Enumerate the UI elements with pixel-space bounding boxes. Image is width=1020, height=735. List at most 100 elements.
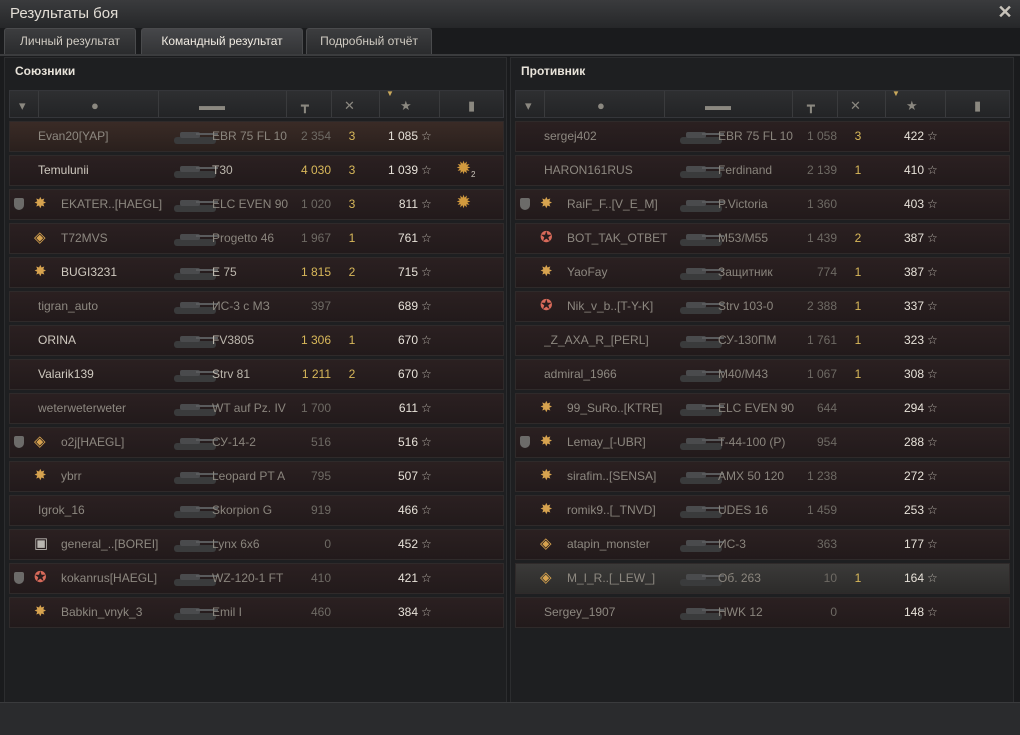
col-damage[interactable]: ┳	[792, 91, 838, 117]
player-name[interactable]: atapin_monster	[567, 530, 668, 559]
xp-star-icon: ☆	[421, 367, 432, 381]
player-name[interactable]: 99_SuRo..[KTRE]	[567, 394, 668, 423]
frags-value	[846, 496, 870, 525]
player-name[interactable]: T72MVS	[61, 224, 162, 253]
col-platoon[interactable]: ▾	[10, 91, 38, 117]
table-row[interactable]: ✸ Lemay_[-UBR] T-44-100 (P) 954 288 ☆	[515, 427, 1010, 458]
player-name[interactable]: Evan20[YAP]	[38, 122, 162, 151]
xp-star-icon: ☆	[421, 605, 432, 619]
col-player[interactable]: ●	[544, 91, 665, 117]
xp-star-icon: ☆	[421, 129, 432, 143]
damage-value: 0	[324, 537, 331, 551]
col-medal[interactable]: ▮	[439, 91, 504, 117]
col-medal[interactable]: ▮	[945, 91, 1010, 117]
col-tank[interactable]: ▬▬	[664, 91, 793, 117]
table-row[interactable]: ✸ RaiF_F..[V_E_M] P.Victoria 1 360 403 ☆	[515, 189, 1010, 220]
table-row[interactable]: ◈ atapin_monster ИС-3 363 177 ☆	[515, 529, 1010, 560]
table-row[interactable]: ✸ YaoFay Защитник 774 1 387 ☆	[515, 257, 1010, 288]
player-name[interactable]: kokanrus[HAEGL]	[61, 564, 162, 593]
player-name[interactable]: ORINA	[38, 326, 162, 355]
player-name[interactable]: Babkin_vnyk_3	[61, 598, 162, 627]
col-tank[interactable]: ▬▬	[158, 91, 287, 117]
close-icon[interactable]: ✕	[996, 2, 1014, 23]
table-row[interactable]: Sergey_1907 HWK 12 0 148 ☆	[515, 597, 1010, 628]
tab-personal[interactable]: Личный результат	[4, 28, 136, 54]
damage-value: 516	[310, 435, 331, 449]
table-row[interactable]: ✸ EKATER..[HAEGL] ELC EVEN 90 1 020 3 811 ☆ ✹	[9, 189, 504, 220]
table-row[interactable]: _Z_AXA_R_[PERL] СУ-130ПМ 1 761 1 323 ☆	[515, 325, 1010, 356]
player-name[interactable]: _Z_AXA_R_[PERL]	[544, 326, 668, 355]
table-row[interactable]: sergej402 EBR 75 FL 10 1 058 3 422 ☆	[515, 121, 1010, 152]
player-name[interactable]: BUGI3231	[61, 258, 162, 287]
col-platoon[interactable]: ▾	[516, 91, 544, 117]
col-damage[interactable]: ┳	[286, 91, 332, 117]
player-name[interactable]: sirafim..[SENSA]	[567, 462, 668, 491]
player-name[interactable]: Valarik139	[38, 360, 162, 389]
table-row[interactable]: ✸ 99_SuRo..[KTRE] ELC EVEN 90 644 294 ☆	[515, 393, 1010, 424]
player-name[interactable]: Lemay_[-UBR]	[567, 428, 668, 457]
table-row[interactable]: ✸ romik9..[_TNVD] UDES 16 1 459 253 ☆	[515, 495, 1010, 526]
table-row[interactable]: Evan20[YAP] EBR 75 FL 10 2 354 3 1 085 ☆	[9, 121, 504, 152]
table-row[interactable]: tigran_auto ИС-3 с МЗ 397 689 ☆	[9, 291, 504, 322]
player-name[interactable]: ybrr	[61, 462, 162, 491]
tab-team[interactable]: Командный результат	[141, 28, 303, 54]
table-row[interactable]: ✪ kokanrus[HAEGL] WZ-120-1 FT 410 421 ☆	[9, 563, 504, 594]
table-row[interactable]: ✪ BOT_TAK_OTBET M53/M55 1 439 2 387 ☆	[515, 223, 1010, 254]
player-name[interactable]: romik9..[_TNVD]	[567, 496, 668, 525]
player-name[interactable]: Igrok_16	[38, 496, 162, 525]
col-xp[interactable]: ▼ ★	[379, 89, 440, 117]
player-name[interactable]: admiral_1966	[544, 360, 668, 389]
table-row[interactable]: ▣ general_..[BOREI] Lynx 6x6 0 452 ☆	[9, 529, 504, 560]
table-row[interactable]: weterweterweter WT auf Pz. IV 1 700 611 ☆	[9, 393, 504, 424]
platoon-icon	[520, 198, 530, 210]
table-row[interactable]: HARON161RUS Ferdinand 2 139 1 410 ☆	[515, 155, 1010, 186]
table-row[interactable]: ✪ Nik_v_b..[T-Y-K] Strv 103-0 2 388 1 337 ☆	[515, 291, 1010, 322]
table-row[interactable]: ◈ T72MVS Progetto 46 1 967 1 761 ☆	[9, 223, 504, 254]
table-row[interactable]: Valarik139 Strv 81 1 211 2 670 ☆	[9, 359, 504, 390]
col-xp[interactable]: ▼ ★	[885, 89, 946, 117]
player-name[interactable]: sergej402	[544, 122, 668, 151]
col-frags[interactable]: ✕	[837, 91, 886, 117]
frags-value: 1	[854, 299, 862, 313]
player-name[interactable]: BOT_TAK_OTBET	[567, 224, 668, 253]
player-name[interactable]: EKATER..[HAEGL]	[61, 190, 162, 219]
col-frags[interactable]: ✕	[331, 91, 380, 117]
player-name[interactable]: o2j[HAEGL]	[61, 428, 162, 457]
diamond-badge-icon: ◈	[34, 229, 46, 246]
table-row[interactable]: ✸ sirafim..[SENSA] AMX 50 120 1 238 272 ☆	[515, 461, 1010, 492]
col-player[interactable]: ●	[38, 91, 159, 117]
frags-value: 1	[348, 333, 356, 347]
damage-value: 954	[816, 435, 837, 449]
medal-icon[interactable]: ✹	[456, 192, 471, 213]
table-row[interactable]: ◈ M_I_R..[_LEW_] Об. 263 10 1 164 ☆	[515, 563, 1010, 594]
table-row[interactable]: admiral_1966 M40/M43 1 067 1 308 ☆	[515, 359, 1010, 390]
table-row[interactable]: ✸ Babkin_vnyk_3 Emil I 460 384 ☆	[9, 597, 504, 628]
player-name[interactable]: Nik_v_b..[T-Y-K]	[567, 292, 668, 321]
rank-badge-icon: ✸	[540, 501, 553, 518]
battle-results-window: Результаты боя ✕ Личный результат Команд…	[0, 0, 1020, 735]
frags-value: 1	[854, 163, 862, 177]
player-name[interactable]: Temulunii	[38, 156, 162, 185]
player-name[interactable]: RaiF_F..[V_E_M]	[567, 190, 668, 219]
player-name[interactable]: tigran_auto	[38, 292, 162, 321]
table-row[interactable]: ✸ BUGI3231 E 75 1 815 2 715 ☆	[9, 257, 504, 288]
tank-name: Progetto 46	[212, 231, 275, 245]
table-row[interactable]: ✸ ybrr Leopard PT A 795 507 ☆	[9, 461, 504, 492]
player-name[interactable]: HARON161RUS	[544, 156, 668, 185]
tab-details[interactable]: Подробный отчёт	[306, 28, 432, 54]
xp-star-icon: ☆	[927, 435, 938, 449]
tank-name: ИС-3 с МЗ	[212, 299, 270, 313]
table-row[interactable]: ORINA FV3805 1 306 1 670 ☆	[9, 325, 504, 356]
rank-badge-icon: ✸	[540, 263, 553, 280]
player-name[interactable]: Sergey_1907	[544, 598, 668, 627]
player-name[interactable]: M_I_R..[_LEW_]	[567, 564, 668, 593]
medal-icon[interactable]: ✹	[456, 158, 471, 179]
tank-name: ELC EVEN 90	[718, 401, 795, 415]
table-row[interactable]: ◈ o2j[HAEGL] СУ-14-2 516 516 ☆	[9, 427, 504, 458]
table-row[interactable]: Temulunii T30 4 030 3 1 039 ☆ ✹ 2	[9, 155, 504, 186]
table-row[interactable]: Igrok_16 Skorpion G 919 466 ☆	[9, 495, 504, 526]
frags-icon: ✕	[344, 98, 355, 113]
player-name[interactable]: general_..[BOREI]	[61, 530, 162, 559]
player-name[interactable]: YaoFay	[567, 258, 668, 287]
player-name[interactable]: weterweterweter	[38, 394, 162, 423]
